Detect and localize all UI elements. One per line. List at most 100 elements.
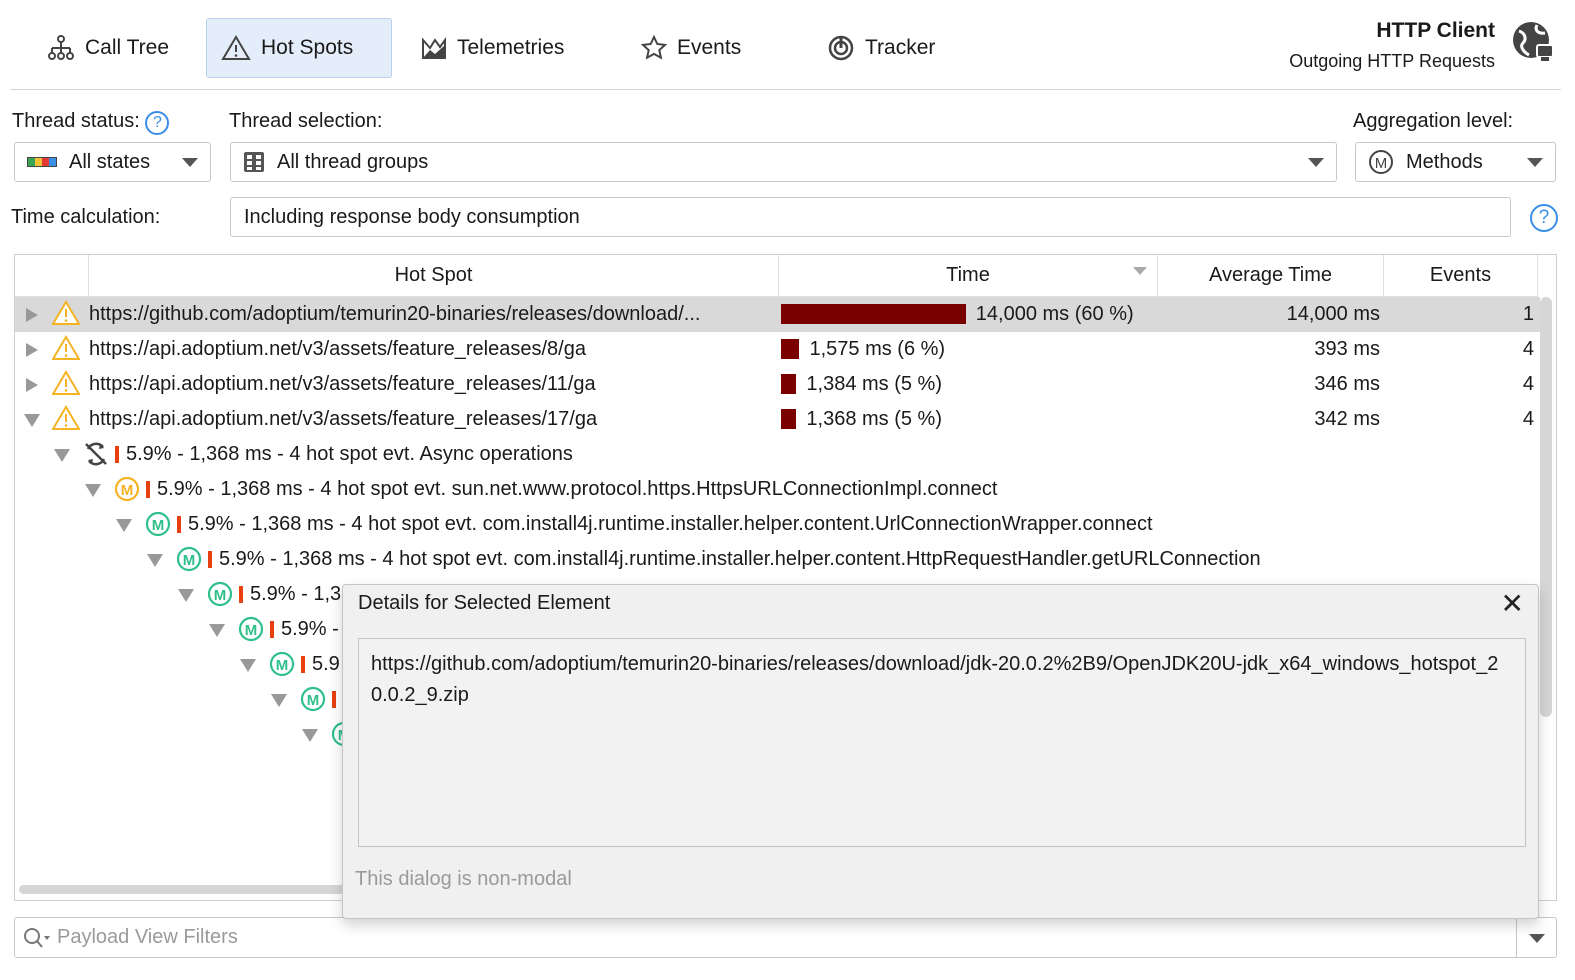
collapse-toggle[interactable]: [147, 554, 163, 567]
dialog-title: Details for Selected Element: [358, 592, 611, 614]
time-cell: 14,000 ms (60 %): [975, 303, 1134, 325]
thread-status-value: All states: [69, 150, 151, 173]
tab-call-tree[interactable]: Call Tree: [32, 18, 184, 78]
sort-descending-icon: [1133, 267, 1147, 275]
method-icon: M: [114, 476, 140, 502]
time-bar: [781, 339, 800, 359]
table-row[interactable]: https://api.adoptium.net/v3/assets/featu…: [15, 332, 1540, 367]
svg-text:M: M: [307, 692, 320, 709]
svg-text:M: M: [152, 517, 165, 534]
details-text-area[interactable]: https://github.com/adoptium/temurin20-bi…: [358, 638, 1526, 847]
events-cell: 4: [1522, 338, 1534, 360]
method-icon: M: [238, 616, 264, 642]
average-time-cell: 346 ms: [1314, 373, 1380, 395]
tree-node-label: 5.9% - 1,368 ms - 4 hot spot evt. Async …: [126, 443, 573, 465]
column-header-time[interactable]: Time: [779, 255, 1158, 297]
tab-label: Tracker: [865, 36, 936, 59]
events-cell: 1: [1522, 303, 1534, 325]
method-icon: M: [300, 686, 326, 712]
collapse-toggle[interactable]: [209, 624, 225, 637]
tree-node-label: 5.9% - 1,3: [250, 583, 342, 605]
expand-toggle[interactable]: [26, 308, 38, 322]
expand-toggle[interactable]: [26, 378, 38, 392]
tab-tracker[interactable]: Tracker: [812, 18, 950, 78]
hot-spot-percent-marker: [270, 621, 274, 638]
average-time-cell: 393 ms: [1314, 338, 1380, 360]
view-header: HTTP Client Outgoing HTTP Requests: [1289, 19, 1495, 72]
tab-events[interactable]: Events: [626, 18, 756, 78]
time-bar: [781, 304, 966, 324]
average-time-cell: 14,000 ms: [1286, 303, 1380, 325]
method-icon: M: [207, 581, 233, 607]
tree-node[interactable]: M 5.9% - 1,368 ms - 4 hot spot evt. com.…: [15, 507, 1540, 542]
vertical-scrollbar[interactable]: [1540, 297, 1552, 717]
average-time-cell: 342 ms: [1314, 408, 1380, 430]
events-cell: 4: [1522, 373, 1534, 395]
collapse-toggle[interactable]: [116, 519, 132, 532]
hot-spot-percent-marker: [146, 481, 150, 498]
collapse-toggle[interactable]: [54, 449, 70, 462]
telemetries-icon: [422, 36, 446, 59]
column-header-events[interactable]: Events: [1384, 255, 1538, 297]
tracker-icon: [828, 35, 854, 61]
tree-node-label: 5.9% -: [281, 618, 339, 640]
tab-label: Events: [677, 36, 742, 59]
table-row[interactable]: https://api.adoptium.net/v3/assets/featu…: [15, 367, 1540, 402]
svg-text:M: M: [245, 622, 258, 639]
events-cell: 4: [1522, 408, 1534, 430]
warning-icon: [221, 35, 251, 60]
time-cell: 1,575 ms (6 %): [809, 338, 946, 360]
aggregation-level-select[interactable]: M Methods: [1355, 142, 1556, 182]
time-cell: 1,384 ms (5 %): [806, 373, 942, 395]
hot-spot-cell: https://api.adoptium.net/v3/assets/featu…: [89, 373, 596, 395]
thread-selection-value: All thread groups: [277, 150, 429, 173]
svg-text:M: M: [121, 482, 134, 499]
column-header-hot-spot[interactable]: Hot Spot: [89, 255, 779, 297]
collapse-toggle[interactable]: [24, 414, 40, 427]
collapse-toggle[interactable]: [240, 659, 256, 672]
hot-spot-percent-marker: [177, 516, 181, 533]
expand-toggle[interactable]: [26, 343, 38, 357]
thread-selection-select[interactable]: All thread groups: [230, 142, 1337, 182]
hot-spot-cell: https://api.adoptium.net/v3/assets/featu…: [89, 338, 586, 360]
help-icon[interactable]: ?: [145, 111, 170, 135]
tab-hot-spots[interactable]: Hot Spots: [206, 18, 392, 78]
payload-view-filter[interactable]: Payload View Filters: [14, 917, 1557, 958]
view-subtitle: Outgoing HTTP Requests: [1289, 51, 1495, 71]
warning-icon: [51, 335, 81, 361]
warning-icon: [51, 300, 81, 326]
warning-icon: [51, 405, 81, 431]
tab-label: Hot Spots: [261, 36, 354, 59]
method-icon: M: [176, 546, 202, 572]
filter-placeholder: Payload View Filters: [57, 926, 238, 948]
table-row[interactable]: https://github.com/adoptium/temurin20-bi…: [15, 297, 1540, 332]
time-calculation-field[interactable]: Including response body consumption: [230, 197, 1511, 237]
tree-node-label: 5.9% - 1,368 ms - 4 hot spot evt. sun.ne…: [157, 478, 998, 500]
column-header-average-time[interactable]: Average Time: [1158, 255, 1384, 297]
collapse-toggle[interactable]: [271, 694, 287, 707]
svg-text:M: M: [276, 657, 289, 674]
time-bar: [781, 374, 797, 394]
time-bar: [781, 409, 797, 429]
collapse-toggle[interactable]: [85, 484, 101, 497]
table-row[interactable]: https://api.adoptium.net/v3/assets/featu…: [15, 402, 1540, 437]
tab-telemetries[interactable]: Telemetries: [406, 18, 579, 78]
close-icon[interactable]: ✕: [1501, 587, 1524, 620]
tree-node[interactable]: M 5.9% - 1,368 ms - 4 hot spot evt. com.…: [15, 542, 1540, 577]
tree-node[interactable]: M 5.9% - 1,368 ms - 4 hot spot evt. sun.…: [15, 472, 1540, 507]
tree-node[interactable]: 5.9% - 1,368 ms - 4 hot spot evt. Async …: [15, 437, 1540, 472]
view-title: HTTP Client: [1376, 19, 1495, 42]
thread-status-select[interactable]: All states: [14, 142, 211, 182]
column-header-expander: [15, 255, 89, 297]
filter-dropdown-button[interactable]: [1516, 918, 1556, 957]
thread-states-icon: [27, 157, 57, 167]
hot-spot-percent-marker: [239, 586, 243, 603]
call-tree-icon: [48, 35, 74, 60]
time-calculation-help-icon[interactable]: ?: [1530, 204, 1558, 232]
collapse-toggle[interactable]: [302, 729, 318, 742]
collapse-toggle[interactable]: [178, 589, 194, 602]
svg-text:M: M: [183, 552, 196, 569]
tab-label: Call Tree: [85, 36, 170, 59]
search-icon: [24, 928, 50, 948]
warning-icon: [51, 370, 81, 396]
